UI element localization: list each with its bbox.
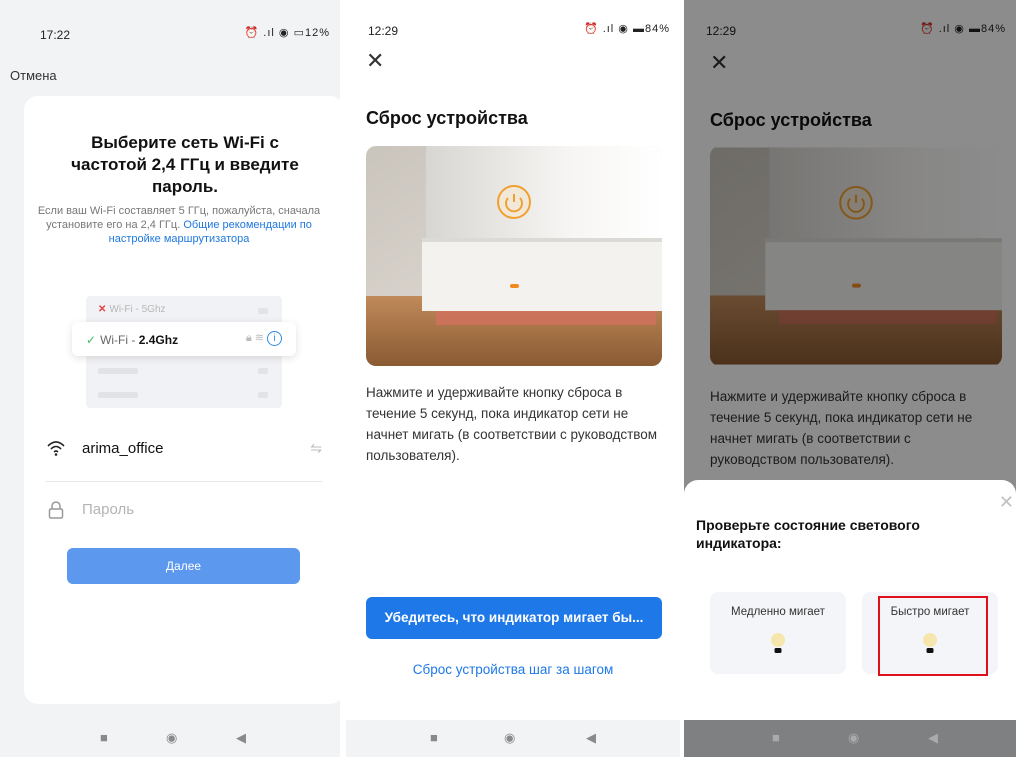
- placeholder-icon: [258, 368, 268, 374]
- wifi-setup-screen: 17:22 ⏰ .ıl ◉ ▭12% Отмена Выберите сеть …: [0, 0, 340, 757]
- check-icon: ✓: [86, 333, 97, 347]
- close-icon[interactable]: ✕: [366, 50, 384, 72]
- recents-icon[interactable]: ■: [100, 730, 108, 745]
- battery-level: 12: [304, 27, 320, 39]
- cancel-link[interactable]: Отмена: [10, 68, 57, 83]
- page-title: Выберите сеть Wi-Fi с частотой 2,4 ГГц и…: [71, 133, 299, 196]
- reset-instructions: Нажмите и удерживайте кнопку сброса в те…: [366, 385, 658, 463]
- step-by-step-link[interactable]: Сброс устройства шаг за шагом: [346, 662, 680, 677]
- wifi-5ghz-row: ✕ Wi-Fi - 5Ghz: [98, 304, 166, 315]
- info-icon: i: [267, 331, 282, 346]
- placeholder-icon: [258, 392, 268, 398]
- page-title: Сброс устройства: [366, 108, 528, 128]
- sheet-title: Проверьте состояние светового индикатора…: [696, 517, 920, 551]
- status-icons: ⏰ .ıl ◉ ▭12%: [244, 27, 330, 39]
- cross-icon: ✕: [98, 304, 107, 315]
- lock-icon: 🔒︎: [245, 332, 252, 344]
- home-icon[interactable]: ◉: [848, 730, 859, 746]
- status-bar: 17:22 ⏰ .ıl ◉ ▭12%: [0, 0, 340, 42]
- wifi-icon: ≋: [254, 332, 264, 344]
- placeholder-icon: [258, 308, 268, 314]
- battery-level: 84: [644, 23, 660, 35]
- recents-icon[interactable]: ■: [772, 730, 780, 745]
- switch-network-icon[interactable]: ⇋: [310, 440, 322, 457]
- home-icon[interactable]: ◉: [504, 730, 515, 746]
- ssid-value: arima_office: [82, 440, 164, 457]
- home-icon[interactable]: ◉: [166, 730, 177, 746]
- wifi-icon: [47, 441, 65, 456]
- ssid-field[interactable]: arima_office ⇋: [46, 432, 322, 482]
- password-field[interactable]: [46, 494, 322, 528]
- page-subtitle: Если ваш Wi-Fi составляет 5 ГГц, пожалуй…: [0, 204, 340, 246]
- back-icon[interactable]: ◀: [586, 730, 596, 746]
- device-photo: [366, 146, 662, 366]
- status-icons: ⏰ .ıl ◉ ▬84%: [583, 23, 670, 35]
- highlight-box: [878, 596, 988, 676]
- recents-icon[interactable]: ■: [430, 730, 438, 745]
- status-time: 12:29: [368, 24, 399, 38]
- password-input[interactable]: [82, 496, 302, 522]
- system-nav-bar: ■ ◉ ◀: [684, 720, 1016, 757]
- back-icon[interactable]: ◀: [236, 730, 246, 746]
- device-reset-screen: 12:29 ⏰ .ıl ◉ ▬84% ✕ Сброс устройства На…: [346, 0, 680, 757]
- next-button[interactable]: Далее: [67, 548, 300, 584]
- system-nav-bar: ■ ◉ ◀: [346, 720, 680, 757]
- placeholder-bar: [98, 368, 138, 374]
- placeholder-bar: [98, 392, 138, 398]
- system-nav-bar: ■ ◉ ◀: [0, 720, 340, 757]
- status-time: 17:22: [40, 28, 71, 42]
- lock-icon: [48, 501, 64, 519]
- back-icon[interactable]: ◀: [928, 730, 938, 746]
- confirm-blinking-button[interactable]: Убедитесь, что индикатор мигает бы...: [366, 597, 662, 639]
- close-icon[interactable]: ✕: [999, 492, 1014, 513]
- wifi-24ghz-row: ✓ Wi-Fi - 2.4Ghz 🔒︎ ≋ i: [72, 322, 296, 356]
- bulb-icon: [771, 633, 785, 653]
- status-bar: 12:29 ⏰ .ıl ◉ ▬84%: [346, 0, 680, 40]
- option-slow-blink[interactable]: Медленно мигает: [710, 592, 846, 674]
